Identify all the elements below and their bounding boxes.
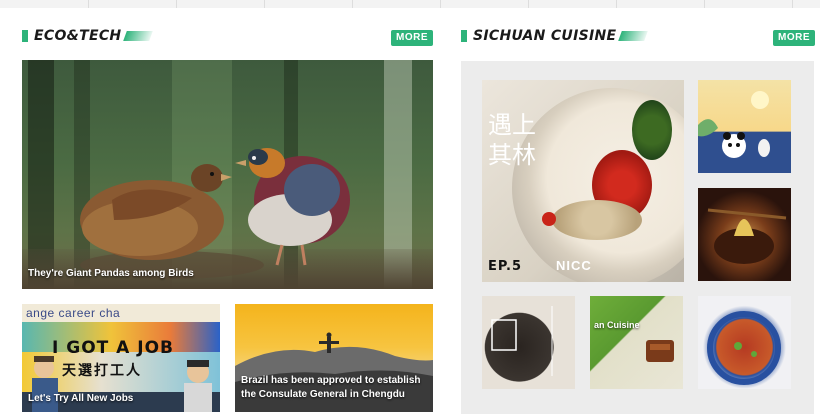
- featured-article-pheasants[interactable]: They're Giant Pandas among Birds: [22, 60, 433, 289]
- restaurant-illustration: [491, 306, 553, 376]
- video-thumb-cuisine[interactable]: an Cuisine: [590, 296, 683, 389]
- smoked-meat-illustration: [646, 340, 674, 362]
- eco-tech-section-header: ECO&TECH: [22, 28, 154, 44]
- section-marker: [461, 30, 467, 42]
- sichuan-cuisine-title: SICHUAN CUISINE: [473, 28, 617, 44]
- featured-video-ep5[interactable]: 遇上 其林 EP.5 NICC: [482, 80, 684, 282]
- article-card-brazil-consulate[interactable]: Brazil has been approved to establish th…: [235, 304, 433, 412]
- video-thumb-panda-moon[interactable]: [698, 80, 791, 173]
- section-title-accent: [618, 31, 649, 41]
- pheasants-illustration: [80, 148, 350, 279]
- article-card-jobs[interactable]: ange career cha I GOT A JOB 天選打工人 Let's …: [22, 304, 220, 412]
- previous-row-strip: [0, 0, 820, 8]
- featured-video-cn-title: 遇上 其林: [488, 111, 536, 169]
- sichuan-cuisine-more-button[interactable]: MORE: [773, 30, 815, 46]
- panda-moon-illustration: [698, 91, 770, 158]
- jobs-article-caption[interactable]: Let's Try All New Jobs: [28, 392, 133, 406]
- brand-logo-text: NICC: [556, 258, 592, 273]
- brazil-article-caption[interactable]: Brazil has been approved to establish th…: [241, 374, 431, 402]
- video-thumb-dumpling-bowl[interactable]: [698, 188, 791, 281]
- eco-tech-more-button[interactable]: MORE: [391, 30, 433, 46]
- featured-article-caption[interactable]: They're Giant Pandas among Birds: [28, 267, 194, 281]
- episode-label: EP.5: [488, 259, 523, 274]
- video-thumb-restaurant[interactable]: [482, 296, 575, 389]
- sichuan-cuisine-section-header: SICHUAN CUISINE: [461, 28, 649, 44]
- eco-tech-title: ECO&TECH: [34, 28, 122, 44]
- spicy-bowl-illustration: [707, 311, 781, 385]
- section-marker: [22, 30, 28, 42]
- video-thumb-spicy-bowl[interactable]: [698, 296, 791, 389]
- section-title-accent: [123, 31, 154, 41]
- dumpling-bowl-illustration: [707, 208, 787, 264]
